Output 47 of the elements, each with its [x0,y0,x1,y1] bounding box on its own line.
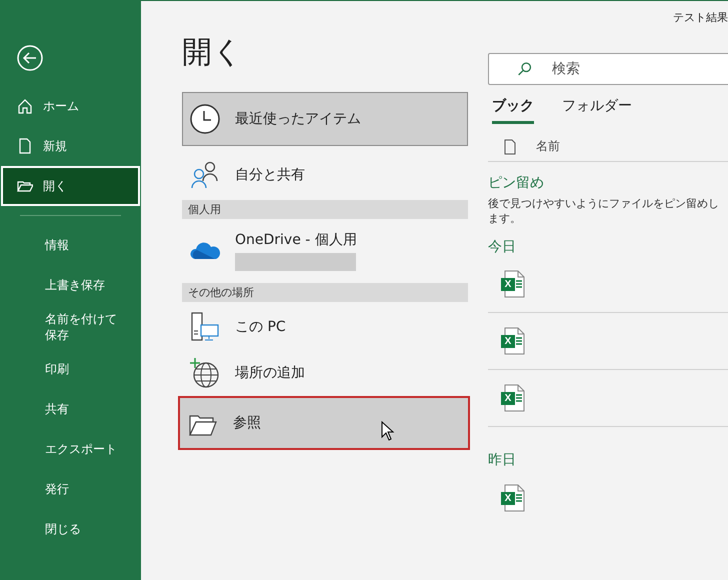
tab[interactable]: ブック [492,95,534,124]
document-icon [17,138,33,154]
location-item[interactable]: 場所の追加 [182,350,468,396]
sidebar-item[interactable]: 発行 [1,469,140,509]
file-row[interactable]: X [488,370,728,427]
clock-icon [189,103,221,135]
sidebar-item[interactable]: エクスポート [1,429,140,469]
section-header: その他の場所 [182,283,468,302]
search-icon [517,60,532,78]
window-title: テスト結果 [673,10,728,26]
section-title: 昨日 [488,451,517,469]
location-item[interactable]: この PC [182,304,468,350]
location-item[interactable]: OneDrive - 個人用 [182,221,468,281]
section-title: 今日 [488,238,517,256]
file-type-badge: X [501,492,515,504]
search-input[interactable]: 検索 [550,60,728,78]
sidebar-item[interactable]: 情報 [1,225,140,265]
sidebar-item[interactable]: 名前を付けて保存 [1,305,140,349]
file-type-badge: X [501,335,515,348]
location-item[interactable]: 最近使ったアイテム [182,92,468,146]
tab[interactable]: フォルダー [562,95,632,124]
search-field[interactable]: 検索 [488,53,728,85]
back-button[interactable] [16,44,44,72]
location-item[interactable]: 自分と共有 [182,152,468,198]
location-item[interactable]: 参照 [180,398,468,448]
globe-plus-icon [189,357,221,389]
sidebar-item[interactable]: 上書き保存 [1,265,140,305]
file-row[interactable]: X [488,313,728,370]
sidebar-item[interactable]: 新規 [1,126,140,166]
sidebar-item[interactable]: 共有 [1,389,140,429]
document-icon [504,138,516,154]
file-type-badge: X [501,392,515,405]
section-title: ピン留め [488,174,545,192]
sidebar-item[interactable]: 閉じる [1,509,140,549]
mouse-pointer-icon [381,421,395,441]
file-row[interactable]: X [488,469,728,526]
sidebar-item[interactable]: 開く [1,166,140,206]
file-type-badge: X [501,278,515,291]
sidebar-item[interactable]: ホーム [1,86,140,126]
computer-icon [189,311,221,343]
file-row[interactable]: X [488,256,728,313]
column-header: 名前 [536,138,560,155]
section-description: 後で見つけやすいようにファイルをピン留めします。 [488,196,720,226]
page-title: 開く [182,35,244,71]
sidebar-item[interactable]: 印刷 [1,349,140,389]
section-header: 個人用 [182,200,468,219]
home-icon [17,98,33,114]
